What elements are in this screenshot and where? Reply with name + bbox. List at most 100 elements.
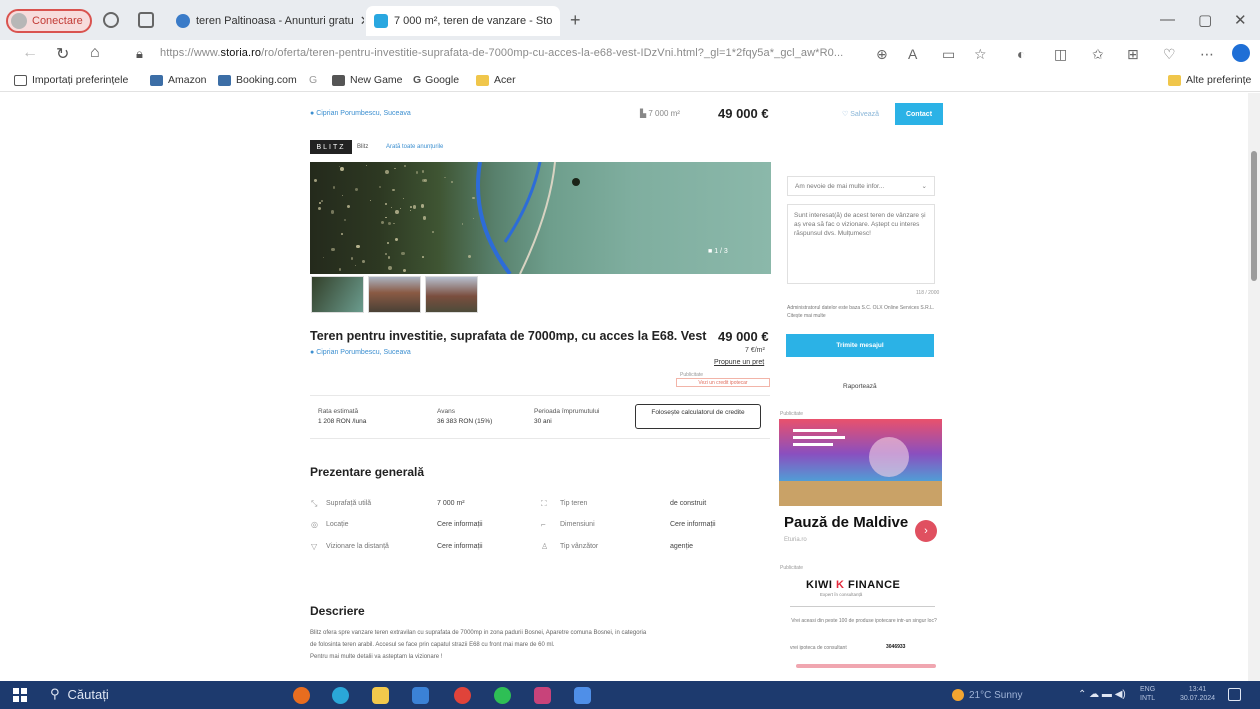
favorites-icon[interactable]: ✩ [1092,46,1104,63]
sticky-location-link[interactable]: ● Ciprian Porumbescu, Suceava [310,110,411,117]
credit-calculator-button[interactable]: Folosește calculatorul de credite [635,404,761,429]
overview-label: Suprafață utilă [326,500,372,507]
mortgage-badge[interactable]: Vezi un credit ipotecar [676,378,770,387]
system-tray[interactable]: ⌃ ☁ ▬ ◀) [1078,689,1126,700]
main-listing-image[interactable] [310,162,771,274]
app-icon[interactable] [574,687,591,704]
close-window-icon[interactable]: ✕ [1234,11,1247,29]
refresh-icon[interactable]: ↻ [56,44,69,64]
taskbar-search[interactable]: ⚲ Căutați [50,686,109,702]
store-icon[interactable] [412,687,429,704]
more-menu-icon[interactable]: ⋯ [1200,46,1214,63]
read-aloud-icon[interactable]: A [908,46,917,62]
thumbnail-2[interactable] [368,276,421,313]
ad-banner-image[interactable] [779,419,942,506]
tab-title: 7 000 m², teren de vanzare - Sto [394,15,553,27]
bookmark-google[interactable]: G Google [413,74,459,86]
home-icon[interactable]: ⌂ [90,44,100,62]
url-field[interactable]: https://www.storia.ro/ro/oferta/teren-pe… [160,47,843,59]
image-speck [401,251,405,256]
page-scrollbar[interactable] [1248,93,1260,681]
back-icon[interactable]: ← [22,44,38,62]
bookmark-import[interactable]: Importați preferințele [14,74,128,86]
char-count: 118 / 2000 [916,290,940,296]
image-speck [420,204,425,208]
immersive-reader-icon[interactable]: ▭ [942,46,955,63]
profile-button[interactable]: Conectare [6,9,92,33]
split-screen-icon[interactable]: ◫ [1054,46,1067,63]
overview-value: de construit [670,500,707,507]
report-link[interactable]: Raportează [843,383,877,390]
area-icon: ⤡ [311,499,318,508]
chrome-icon[interactable] [454,687,471,704]
sun-icon [952,689,964,701]
image-speck [361,260,365,263]
lock-icon[interactable]: 🔒︎ [136,46,143,62]
thumbnail-3[interactable] [425,276,478,313]
close-tab-icon[interactable]: ✕ [354,13,364,29]
close-tab-icon[interactable]: ✕ [552,13,560,29]
ad-progress-bar [796,664,936,668]
bookmark-booking[interactable]: Booking.com [218,74,297,86]
agency-logo[interactable]: BLITZ [310,140,352,154]
copilot-icon[interactable] [1232,44,1250,62]
overview-value: agenție [670,543,693,550]
subject-select[interactable]: Am nevoie de mai multe infor... ⌄ [787,176,935,196]
maximize-icon[interactable]: ▢ [1198,11,1212,29]
image-speck [421,170,425,173]
minimize-icon[interactable]: — [1160,11,1175,28]
firefox-icon[interactable] [293,687,310,704]
scrollbar-thumb[interactable] [1251,151,1257,281]
image-speck [346,204,350,208]
tab-actions-icon[interactable] [138,12,154,28]
contact-button[interactable]: Contact [895,103,943,125]
request-info-link[interactable]: Cere informații [437,543,483,550]
whatsapp-icon[interactable] [494,687,511,704]
notification-icon[interactable] [1228,688,1241,701]
description-line: Blitz ofera spre vanzare teren extravila… [310,630,647,636]
image-speck [416,171,419,174]
web-page: ● Ciprian Porumbescu, Suceava ▙ 7 000 m²… [0,93,1248,681]
thumbnail-1[interactable] [311,276,364,313]
credit-value: 30 ani [534,418,552,425]
sticky-price: 49 000 € [718,106,769,121]
kiwi-finance-logo[interactable]: KIWI K FINANCE [806,579,900,591]
new-tab-icon[interactable]: + [570,10,581,31]
agency-listings-link[interactable]: Arată toate anunțurile [386,144,443,150]
language-indicator[interactable]: ENG INTL [1140,685,1155,703]
folder-icon [1168,74,1181,86]
ad-number: 3046933 [886,644,906,650]
tab-inactive[interactable]: teren Paltinoasa - Anunturi gratu ✕ [168,6,364,36]
remote-viewing-icon: ▽ [311,542,318,551]
weather-widget[interactable]: 21°C Sunny [952,689,1022,701]
collections-icon[interactable]: ⊞ [1127,46,1139,63]
propose-price-link[interactable]: Propune un preț [714,359,764,366]
workspaces-icon[interactable] [103,12,119,28]
image-speck [386,241,389,244]
chevron-right-icon[interactable]: › [915,520,937,542]
clock[interactable]: 13:41 30.07.2024 [1180,685,1215,703]
bookmark-amazon[interactable]: Amazon [150,74,207,86]
bookmark-acer[interactable]: Acer [476,74,516,86]
favorite-star-icon[interactable]: ☆ [974,46,987,63]
bookmark-new-game[interactable]: New Game [332,74,403,86]
extension-icon[interactable]: ◐ [1017,46,1025,62]
save-button[interactable]: ♡ Salvează [842,110,879,118]
listing-location-link[interactable]: ● Ciprian Porumbescu, Suceava [310,349,411,356]
other-bookmarks[interactable]: Alte preferințe [1168,74,1251,86]
send-message-button[interactable]: Trimite mesajul [786,334,934,357]
zoom-icon[interactable]: ⊕ [876,46,888,63]
profile-label: Conectare [32,15,83,27]
edge-icon[interactable] [332,687,349,704]
bookmark-g[interactable]: G [309,74,317,86]
tab-active[interactable]: 7 000 m², teren de vanzare - Sto ✕ [366,6,560,36]
file-explorer-icon[interactable] [372,687,389,704]
request-info-link[interactable]: Cere informații [670,521,716,528]
browser-essentials-icon[interactable]: ♡ [1163,46,1176,63]
windows-start-icon[interactable] [13,688,27,702]
sticky-area: ▙ 7 000 m² [640,109,680,118]
request-info-link[interactable]: Cere informații [437,521,483,528]
app-icon[interactable] [534,687,551,704]
ad-title[interactable]: Pauză de Maldive [784,514,908,531]
message-textarea[interactable]: Sunt interesat(ă) de acest teren de vânz… [787,204,935,284]
